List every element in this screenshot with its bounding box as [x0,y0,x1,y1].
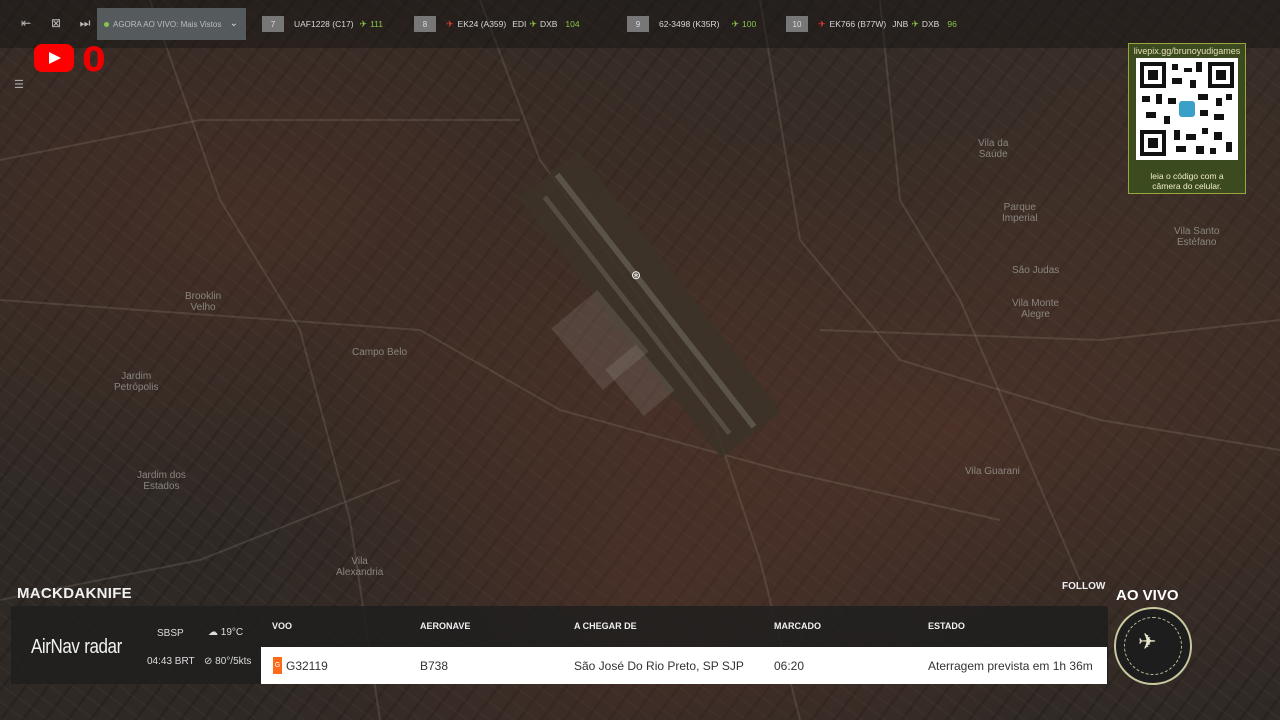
top-flight-item[interactable]: 8 ✈ EK24 (A359) EDI ✈ DXB 104 [414,16,580,32]
map-label: Jardim dos Estados [137,470,186,492]
header-status: ESTADO [928,621,965,631]
follow-label: FOLLOW [1062,581,1106,592]
live-label: AO VIVO [1116,587,1179,604]
viewer-count: 104 [565,19,580,29]
viewer-count: 96 [947,19,957,29]
brand-main: AirNav [31,636,80,658]
plane-icon: ✈ [1138,629,1157,654]
header-flight: VOO [272,621,293,631]
route-from: JNB [892,19,909,29]
top-flight-item[interactable]: 10 ✈ EK766 (B77W) JNB ✈ DXB 96 [786,16,957,32]
plane-icon: ✈ [359,18,368,29]
live-dropdown-label: AGORA AO VIVO: Mais Vistos [113,19,222,29]
temperature: ☁ 19°C [208,627,243,638]
map-label: Campo Belo [352,347,408,358]
qr-code-icon [1136,58,1238,160]
channel-badge: ✈ [1114,607,1192,685]
map-label: Vila Monte Alegre [1012,298,1060,320]
rank-badge: 9 [627,16,649,32]
airnav-logo: AirNav radar [31,633,122,659]
close-window-icon[interactable]: ⊠ [49,16,63,30]
youtube-count: 0 [82,40,106,80]
rank-badge: 8 [414,16,436,32]
plane-icon: ✈ [818,18,826,29]
plane-icon: ✈ [446,18,454,29]
aircraft-type: B738 [420,659,449,673]
top-flight-item[interactable]: 7 UAF1228 (C17) ✈ 111 [262,16,383,32]
collapse-panel-icon[interactable]: ⇤ [19,16,33,30]
qr-caption: leia o código com a câmera do celular. [1129,171,1245,191]
airline-logo-icon: G [273,657,282,674]
route-to: DXB [921,19,940,29]
top-flight-item[interactable]: 9 62-3498 (K35R) ✈ 100 [627,16,756,32]
header-aircraft: AERONAVE [420,621,471,631]
local-time: 04:43 BRT [147,656,195,667]
skip-next-icon[interactable]: ⏭ [78,16,92,30]
origin: São José Do Rio Preto, SP SJP [574,659,744,673]
airport-code: SBSP [157,628,184,639]
flight-callsign: 62-3498 (K35R) [659,19,720,29]
flight-number: G32119 [286,659,328,673]
rank-badge: 7 [262,16,284,32]
map-label: Jardim Petrópolis [114,371,159,393]
flight-row[interactable]: G G32119 B738 São José Do Rio Preto, SP … [261,647,1107,684]
qr-url: livepix.gg/brunoyudigames [1133,46,1241,56]
rank-badge: 10 [786,16,808,32]
route-arrow-icon: ✈ [529,18,537,29]
map-label: Vila Santo Estéfano [1174,226,1220,248]
flight-status: Aterragem prevista em 1h 36m [928,659,1093,673]
flight-callsign: EK766 (B77W) [829,19,887,29]
map-label: Brooklin Velho [185,291,222,313]
route-from: EDI [512,19,527,29]
temperature-value: 19°C [220,627,244,638]
route-arrow-icon: ✈ [911,18,919,29]
map-label: Vila Alexandria [336,556,384,578]
wind-icon: ⊘ [204,656,216,667]
header-origin: A CHEGAR DE [574,621,637,631]
flight-callsign: EK24 (A359) [457,19,507,29]
youtube-icon [34,44,74,72]
map-label: Vila da Saúde [978,138,1009,160]
qr-panel: livepix.gg/brunoyudigames leia o código … [1128,43,1246,194]
brand-sub: radar [84,636,122,658]
weather-icon: ☁ [208,627,221,638]
live-dropdown[interactable]: AGORA AO VIVO: Mais Vistos ⌄ [97,8,246,40]
qr-caption-line: câmera do celular. [1152,181,1222,191]
chevron-down-icon: ⌄ [229,18,238,29]
username: MACKDAKNIFE [17,585,132,602]
list-icon[interactable]: ☰ [14,78,28,92]
qr-caption-line: leia o código com a [1150,171,1224,181]
scheduled-time: 06:20 [774,659,805,673]
live-dot-icon [104,21,109,27]
flight-callsign: UAF1228 (C17) [294,19,354,29]
map-label: São Judas [1012,265,1060,276]
location-pin-icon[interactable]: ⊛ [631,268,643,282]
wind: ⊘ 80°/5kts [204,656,251,667]
map-label: Parque Imperial [1002,202,1038,224]
route-to: DXB [539,19,558,29]
viewer-count: 100 [742,19,757,29]
header-scheduled: MARCADO [774,621,821,631]
map-label: Vila Guarani [965,466,1020,477]
wind-value: 80°/5kts [215,656,252,667]
viewer-count: 111 [370,19,383,29]
plane-icon: ✈ [731,18,740,29]
top-bar: ⇤ ⊠ ⏭ AGORA AO VIVO: Mais Vistos ⌄ 7 UAF… [0,0,1280,48]
